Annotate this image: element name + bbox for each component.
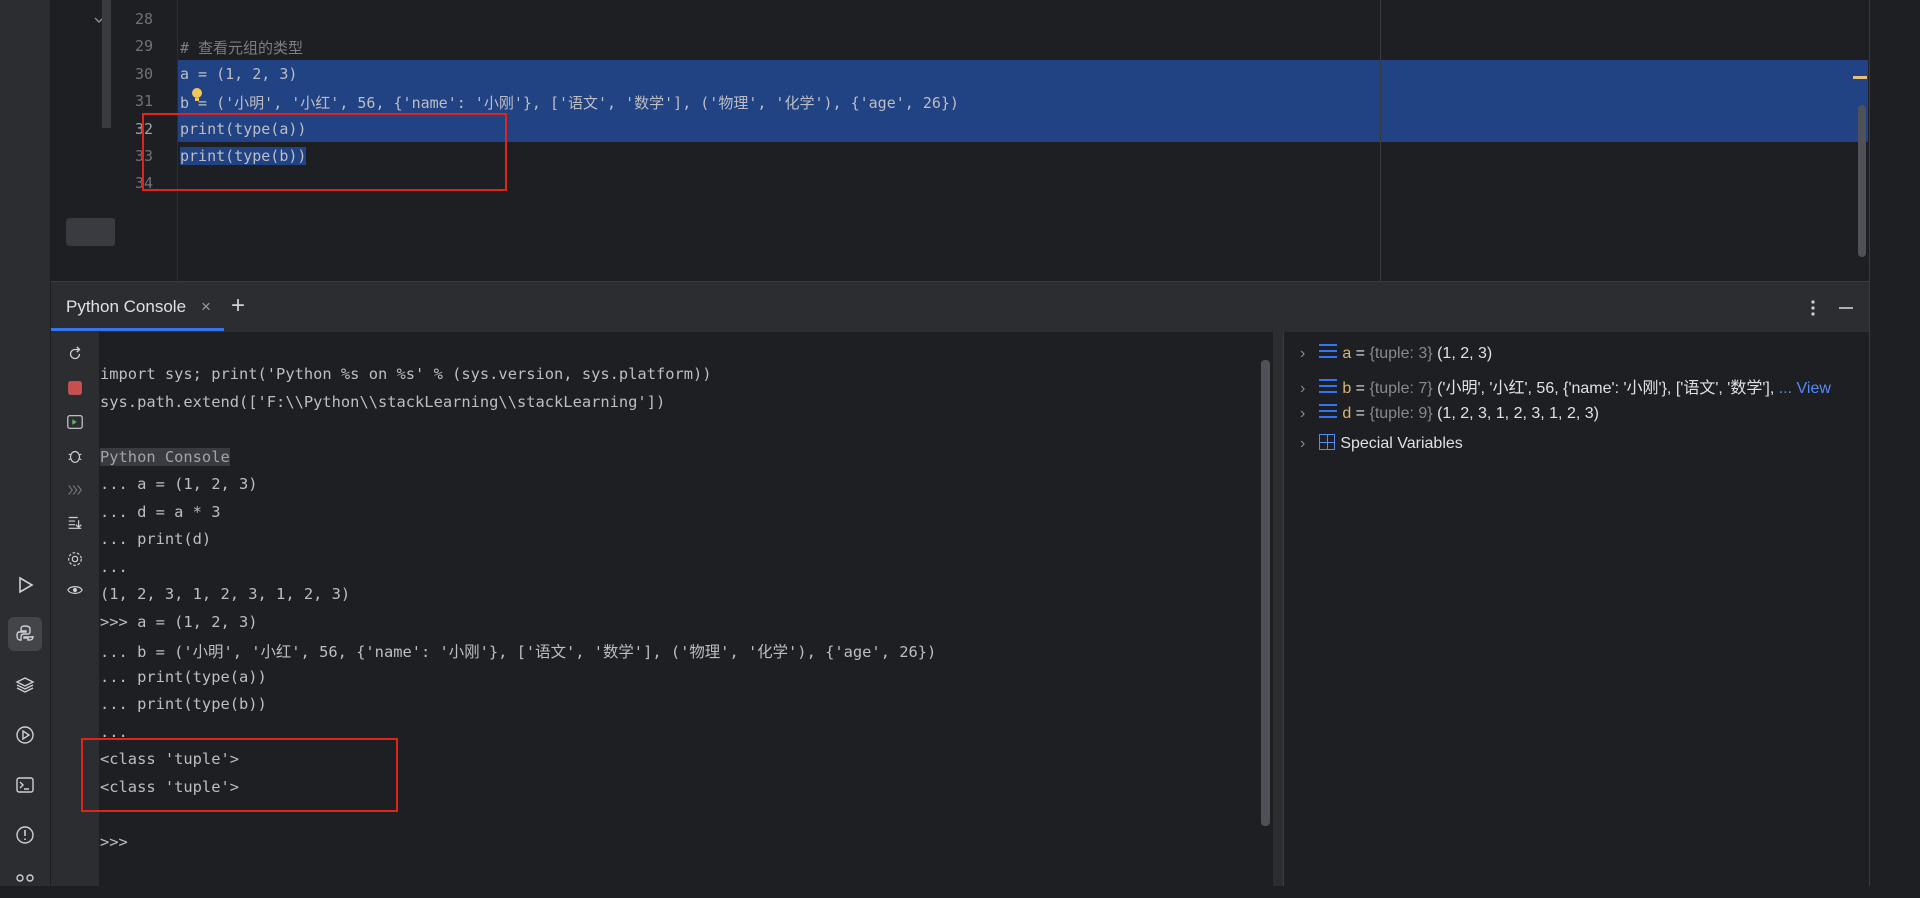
stop-button[interactable] — [63, 376, 87, 400]
tuple-icon — [1319, 379, 1338, 395]
lightbulb-icon[interactable] — [190, 87, 204, 103]
chevron-right-icon[interactable]: › — [1300, 380, 1305, 397]
stop-icon — [68, 381, 82, 395]
console-line: ... print(d) — [100, 530, 212, 548]
tab-label: Python Console — [66, 297, 187, 316]
git-tool-button[interactable] — [8, 864, 42, 898]
chevron-right-icon[interactable]: › — [1300, 435, 1305, 452]
terminal-icon — [16, 777, 34, 793]
services-tool-button[interactable] — [8, 718, 42, 752]
line-number: 30 — [134, 65, 153, 83]
special-variables-icon — [1319, 434, 1336, 450]
console-line: (1, 2, 3, 1, 2, 3, 1, 2, 3) — [100, 585, 351, 603]
console-line: ... print(type(b)) — [100, 695, 267, 713]
execute-button[interactable] — [63, 410, 87, 434]
show-variables-button[interactable] — [63, 578, 87, 602]
play-icon — [19, 576, 34, 594]
execute-icon — [67, 415, 83, 429]
console-line: sys.path.extend(['F:\\Python\\stackLearn… — [100, 393, 666, 411]
problems-tool-button[interactable] — [8, 818, 42, 852]
line-number: 31 — [134, 92, 153, 110]
warning-circle-icon — [16, 826, 34, 844]
panel-collapsed-item[interactable] — [66, 218, 116, 246]
tuple-icon — [1319, 404, 1338, 420]
console-line: ... d = a * 3 — [100, 503, 221, 521]
console-line: import sys; print('Python %s on %s' % (s… — [100, 365, 712, 383]
git-icon — [16, 874, 34, 882]
python-console-tool-button[interactable] — [8, 617, 42, 651]
right-tool-stripe — [1869, 0, 1920, 886]
eye-icon — [67, 586, 83, 594]
warning-marker[interactable] — [1853, 76, 1867, 79]
rerun-button[interactable] — [63, 342, 87, 366]
chevron-right-icon[interactable]: › — [1300, 405, 1305, 422]
splitter[interactable] — [1273, 332, 1283, 886]
console-line: >>> a = (1, 2, 3) — [100, 613, 258, 631]
gear-icon — [68, 552, 82, 566]
scroll-to-end-button[interactable] — [63, 510, 87, 534]
services-icon — [16, 726, 34, 744]
highlight-box — [81, 738, 398, 812]
console-line: ... print(type(a)) — [100, 668, 267, 686]
console-header-label: Python Console — [100, 448, 230, 466]
code-line[interactable]: # 查看元组的类型 — [180, 37, 303, 58]
terminal-tool-button[interactable] — [8, 768, 42, 802]
chevrons-right-icon — [68, 485, 83, 495]
variable-row[interactable]: › Special Variables — [1300, 434, 1463, 453]
add-console-icon[interactable]: + — [231, 292, 245, 320]
rerun-icon — [69, 346, 81, 360]
variable-row[interactable]: › b = {tuple: 7} ('小明', '小红', 56, {'name'… — [1300, 374, 1831, 398]
tuple-icon — [1319, 344, 1338, 360]
chevron-right-icon[interactable]: › — [1300, 345, 1305, 362]
layers-icon — [15, 677, 35, 693]
editor-left-panel — [51, 0, 116, 281]
variable-row[interactable]: › a = {tuple: 3} (1, 2, 3) — [1300, 344, 1492, 363]
code-line[interactable]: a = (1, 2, 3) — [180, 65, 297, 83]
variable-row[interactable]: › d = {tuple: 9} (1, 2, 3, 1, 2, 3, 1, 2,… — [1300, 404, 1599, 423]
tab-python-console[interactable]: Python Console × — [51, 282, 211, 332]
history-button[interactable] — [63, 478, 87, 502]
editor-scrollbar[interactable] — [1858, 105, 1866, 257]
highlight-box — [142, 113, 507, 191]
line-number: 29 — [134, 37, 153, 55]
bug-icon — [68, 450, 82, 463]
tab-active-indicator — [51, 328, 224, 331]
panel-scrollbar[interactable] — [102, 0, 111, 128]
tool-window-header: Python Console × + — [51, 281, 1869, 333]
close-tab-icon[interactable]: × — [201, 297, 211, 317]
run-tool-button[interactable] — [8, 568, 42, 602]
view-link[interactable]: ... View — [1779, 380, 1831, 397]
python-icon — [16, 625, 34, 641]
code-line[interactable]: b = ('小明', '小红', 56, {'name': '小刚'}, ['语… — [180, 92, 959, 113]
left-tool-stripe — [0, 0, 51, 886]
console-scrollbar[interactable] — [1261, 360, 1270, 826]
console-line: ... a = (1, 2, 3) — [100, 475, 258, 493]
console-line: ... — [100, 558, 128, 576]
right-margin-guide — [1380, 0, 1381, 281]
line-number: 28 — [134, 10, 153, 28]
more-options-icon[interactable] — [1803, 298, 1823, 318]
minimize-icon[interactable] — [1836, 298, 1856, 318]
console-prompt[interactable]: >>> — [100, 833, 128, 851]
scroll-to-end-icon — [68, 516, 82, 529]
layers-tool-button[interactable] — [8, 668, 42, 702]
console-line: ... b = ('小明', '小红', 56, {'name': '小刚'},… — [100, 643, 937, 661]
settings-button[interactable] — [63, 547, 87, 571]
debug-button[interactable] — [63, 444, 87, 468]
